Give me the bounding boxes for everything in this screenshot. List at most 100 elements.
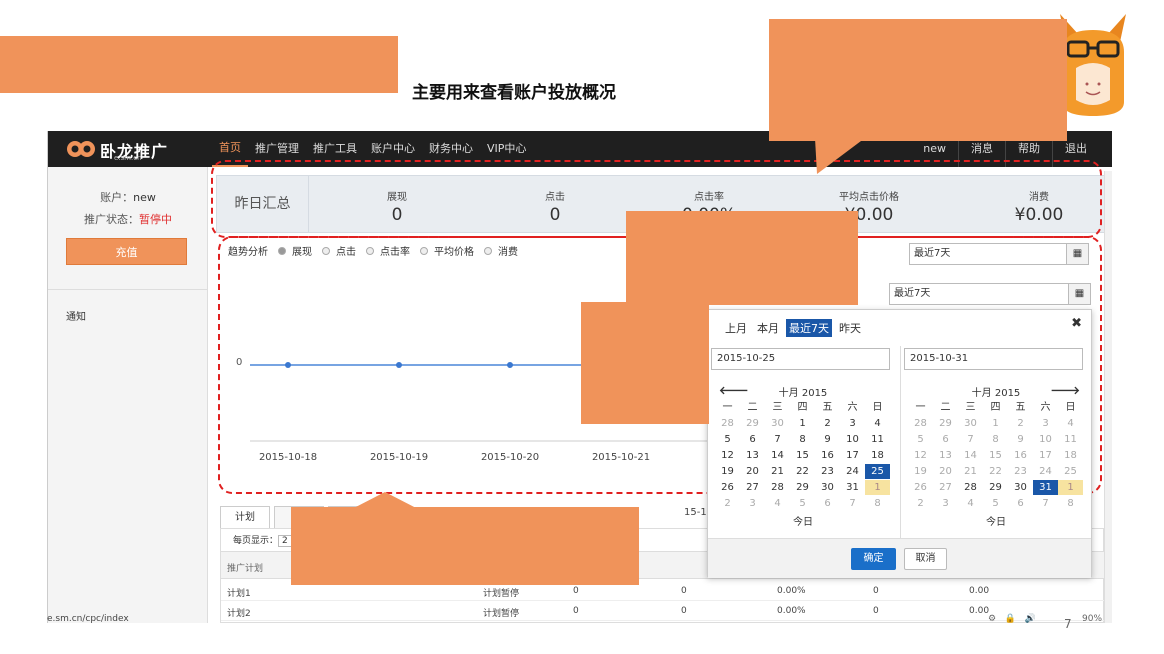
day-cell[interactable]: 31: [1033, 480, 1058, 495]
day-cell[interactable]: 5: [908, 432, 933, 447]
day-cell[interactable]: 30: [958, 416, 983, 431]
day-cell[interactable]: 22: [983, 464, 1008, 479]
day-cell[interactable]: 1: [790, 416, 815, 431]
day-cell[interactable]: 9: [1008, 432, 1033, 447]
day-cell[interactable]: 7: [840, 496, 865, 511]
day-cell[interactable]: 14: [765, 448, 790, 463]
day-cell[interactable]: 8: [983, 432, 1008, 447]
start-date-input[interactable]: 2015-10-25: [711, 348, 890, 370]
day-cell[interactable]: 11: [1058, 432, 1083, 447]
day-cell[interactable]: 8: [1058, 496, 1083, 511]
day-cell[interactable]: 26: [908, 480, 933, 495]
day-cell[interactable]: 4: [1058, 416, 1083, 431]
day-cell[interactable]: 28: [715, 416, 740, 431]
day-cell[interactable]: 5: [715, 432, 740, 447]
day-cell[interactable]: 2: [815, 416, 840, 431]
day-cell[interactable]: 14: [958, 448, 983, 463]
quick-last-month[interactable]: 上月: [722, 319, 750, 337]
today-link[interactable]: 今日: [715, 513, 891, 528]
day-cell[interactable]: 28: [958, 480, 983, 495]
day-cell[interactable]: 18: [1058, 448, 1083, 463]
day-cell[interactable]: 29: [790, 480, 815, 495]
day-cell[interactable]: 7: [958, 432, 983, 447]
day-cell[interactable]: 25: [865, 464, 890, 479]
day-cell[interactable]: 1: [1058, 480, 1083, 495]
day-cell[interactable]: 7: [765, 432, 790, 447]
day-cell[interactable]: 5: [983, 496, 1008, 511]
day-cell[interactable]: 21: [765, 464, 790, 479]
day-cell[interactable]: 10: [840, 432, 865, 447]
plan-name[interactable]: 计划1: [227, 586, 251, 599]
day-cell[interactable]: 24: [1033, 464, 1058, 479]
day-cell[interactable]: 30: [815, 480, 840, 495]
day-cell[interactable]: 28: [765, 480, 790, 495]
recharge-button[interactable]: 充值: [66, 238, 187, 265]
day-cell[interactable]: 25: [1058, 464, 1083, 479]
day-cell[interactable]: 13: [933, 448, 958, 463]
day-cell[interactable]: 19: [715, 464, 740, 479]
day-cell[interactable]: 30: [1008, 480, 1033, 495]
day-cell[interactable]: 1: [865, 480, 890, 495]
day-cell[interactable]: 15: [983, 448, 1008, 463]
day-cell[interactable]: 30: [765, 416, 790, 431]
day-cell[interactable]: 6: [815, 496, 840, 511]
day-cell[interactable]: 16: [815, 448, 840, 463]
calendar-icon[interactable]: ▦: [1068, 284, 1090, 304]
day-cell[interactable]: 8: [865, 496, 890, 511]
close-icon[interactable]: ✖: [1071, 316, 1082, 331]
cancel-button[interactable]: 取消: [904, 548, 947, 570]
day-cell[interactable]: 8: [790, 432, 815, 447]
day-cell[interactable]: 2: [1008, 416, 1033, 431]
date-range-select-popup[interactable]: 最近7天 ▦: [889, 283, 1091, 305]
day-cell[interactable]: 15: [790, 448, 815, 463]
day-cell[interactable]: 21: [958, 464, 983, 479]
day-cell[interactable]: 17: [1033, 448, 1058, 463]
day-cell[interactable]: 5: [790, 496, 815, 511]
day-cell[interactable]: 4: [765, 496, 790, 511]
confirm-button[interactable]: 确定: [851, 548, 896, 570]
day-cell[interactable]: 9: [815, 432, 840, 447]
tab-plan[interactable]: 计划: [220, 506, 270, 528]
day-cell[interactable]: 6: [740, 432, 765, 447]
day-cell[interactable]: 27: [933, 480, 958, 495]
day-cell[interactable]: 19: [908, 464, 933, 479]
per-page-select[interactable]: 2: [278, 535, 292, 547]
day-cell[interactable]: 17: [840, 448, 865, 463]
day-cell[interactable]: 12: [908, 448, 933, 463]
day-cell[interactable]: 16: [1008, 448, 1033, 463]
quick-yesterday[interactable]: 昨天: [836, 319, 864, 337]
day-cell[interactable]: 26: [715, 480, 740, 495]
day-cell[interactable]: 6: [1008, 496, 1033, 511]
quick-last-7-days[interactable]: 最近7天: [786, 319, 832, 337]
next-month-icon[interactable]: 🡒: [1051, 383, 1081, 397]
day-cell[interactable]: 29: [933, 416, 958, 431]
quick-this-month[interactable]: 本月: [754, 319, 782, 337]
day-cell[interactable]: 20: [740, 464, 765, 479]
day-cell[interactable]: 22: [790, 464, 815, 479]
end-date-input[interactable]: 2015-10-31: [904, 348, 1083, 370]
day-cell[interactable]: 10: [1033, 432, 1058, 447]
prev-month-icon[interactable]: 🡐: [719, 383, 749, 397]
day-cell[interactable]: 24: [840, 464, 865, 479]
day-cell[interactable]: 2: [908, 496, 933, 511]
day-cell[interactable]: 3: [933, 496, 958, 511]
day-cell[interactable]: 23: [1008, 464, 1033, 479]
day-cell[interactable]: 13: [740, 448, 765, 463]
today-link[interactable]: 今日: [908, 513, 1084, 528]
day-cell[interactable]: 28: [908, 416, 933, 431]
table-row[interactable]: 计划2 计划暂停 0 0 0.00% 0 0.00: [221, 601, 1105, 621]
day-cell[interactable]: 31: [840, 480, 865, 495]
day-cell[interactable]: 23: [815, 464, 840, 479]
scrollbar[interactable]: [1104, 171, 1112, 623]
day-cell[interactable]: 7: [1033, 496, 1058, 511]
day-cell[interactable]: 4: [958, 496, 983, 511]
day-cell[interactable]: 6: [933, 432, 958, 447]
day-cell[interactable]: 20: [933, 464, 958, 479]
day-cell[interactable]: 11: [865, 432, 890, 447]
day-cell[interactable]: 29: [740, 416, 765, 431]
day-cell[interactable]: 27: [740, 480, 765, 495]
day-cell[interactable]: 3: [740, 496, 765, 511]
day-cell[interactable]: 29: [983, 480, 1008, 495]
plan-name[interactable]: 计划2: [227, 606, 251, 619]
day-cell[interactable]: 4: [865, 416, 890, 431]
